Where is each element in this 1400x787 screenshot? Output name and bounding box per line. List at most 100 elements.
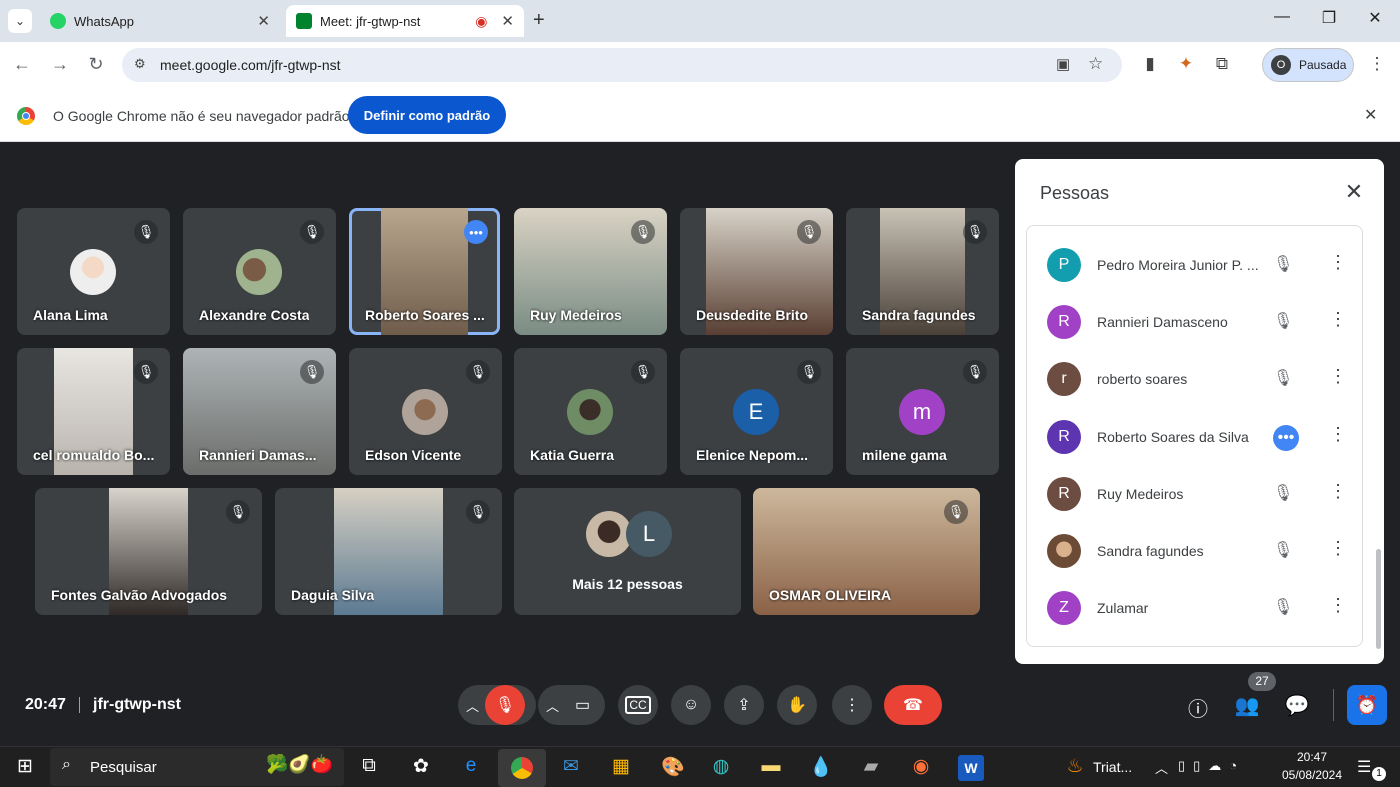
participant-tile[interactable]: 🎙 Alexandre Costa	[183, 208, 336, 335]
divider	[1333, 689, 1334, 721]
participant-tile[interactable]: 🎙 OSMAR OLIVEIRA	[753, 488, 980, 615]
list-item[interactable]: Sandra fagundes 🎙 ⋮	[1027, 524, 1362, 581]
back-icon[interactable]: ←	[10, 54, 34, 75]
raise-hand-button[interactable]: ✋	[777, 685, 817, 725]
participant-name: milene gama	[862, 447, 947, 463]
chat-icon[interactable]: 💬	[1283, 693, 1311, 718]
participant-tile[interactable]: 🎙 Daguia Silva	[275, 488, 502, 615]
chevron-up-icon[interactable]: ︿	[1155, 758, 1168, 777]
video-options-button[interactable]: ︿ ▭	[538, 685, 605, 725]
minimize-icon[interactable]: —	[1267, 8, 1297, 26]
file-explorer-icon[interactable]: ▬	[758, 755, 784, 781]
close-tab-icon[interactable]: ✕	[501, 12, 514, 30]
participant-name: Sandra fagundes	[862, 307, 976, 323]
restore-icon[interactable]: ❐	[1314, 8, 1344, 28]
list-item[interactable]: R Roberto Soares da Silva ••• ⋮	[1027, 410, 1362, 467]
close-window-icon[interactable]: ✕	[1360, 8, 1390, 28]
taskbar-search[interactable]: ⌕ Pesquisar 🥦🥑🍅	[50, 748, 344, 786]
internet-explorer-icon[interactable]: e	[458, 755, 484, 781]
mail-icon[interactable]: ✉	[558, 755, 584, 781]
people-list[interactable]: P Pedro Moreira Junior P. ... 🎙 ⋮ R Rann…	[1026, 225, 1363, 647]
scrollbar[interactable]	[1376, 549, 1381, 649]
extension-icon[interactable]: ▮	[1138, 54, 1162, 74]
mic-toggle-button[interactable]: 🎙	[485, 685, 525, 725]
activities-button[interactable]: ⏰	[1347, 685, 1387, 725]
address-bar[interactable]: ⚙ meet.google.com/jfr-gtwp-nst ▣ ☆	[122, 48, 1122, 82]
close-tab-icon[interactable]: ✕	[257, 12, 270, 30]
list-item[interactable]: r roberto soares 🎙 ⋮	[1027, 352, 1362, 409]
participant-name: Elenice Nepom...	[696, 447, 809, 463]
participant-tile-pinned[interactable]: ••• Roberto Soares ...	[349, 208, 500, 335]
more-options-icon[interactable]: ⋮	[1329, 252, 1347, 273]
chrome-taskbar-icon[interactable]	[498, 749, 546, 787]
participant-tile[interactable]: 🎙 Ruy Medeiros	[514, 208, 667, 335]
reload-icon[interactable]: ↻	[84, 54, 108, 75]
mic-off-icon: 🎙	[134, 220, 158, 244]
participant-tile[interactable]: 🎙 cel romualdo Bo...	[17, 348, 170, 475]
leave-call-button[interactable]: ☎	[884, 685, 942, 725]
participant-tile[interactable]: 🎙 Rannieri Damas...	[183, 348, 336, 475]
list-item[interactable]: P Pedro Moreira Junior P. ... 🎙 ⋮	[1027, 238, 1362, 295]
new-tab-button[interactable]: +	[533, 9, 545, 32]
tab-meet[interactable]: Meet: jfr-gtwp-nst ◉ ✕	[286, 5, 524, 37]
present-button[interactable]: ⇪	[724, 685, 764, 725]
word-icon[interactable]: W	[958, 755, 984, 781]
participant-tile[interactable]: m 🎙 milene gama	[846, 348, 999, 475]
windows-start-icon[interactable]: ⊞	[12, 755, 38, 781]
set-default-button[interactable]: Definir como padrão	[348, 96, 506, 134]
reactions-button[interactable]: ☺	[671, 685, 711, 725]
notification-icon[interactable]: ☰	[1357, 757, 1371, 777]
participant-tile[interactable]: 🎙 Alana Lima	[17, 208, 170, 335]
site-info-icon[interactable]: ⚙	[134, 56, 146, 72]
running-app-label[interactable]: Triat...	[1093, 759, 1132, 775]
more-options-icon[interactable]: ⋮	[1329, 595, 1347, 616]
more-options-icon[interactable]: ⋮	[1329, 538, 1347, 559]
close-icon[interactable]: ✕	[1364, 105, 1377, 125]
people-icon[interactable]: 👥	[1233, 693, 1261, 718]
menu-icon[interactable]: ⋮	[1365, 54, 1389, 74]
edge-icon[interactable]: ◍	[708, 755, 734, 781]
forward-icon[interactable]: →	[48, 54, 72, 75]
clock-date[interactable]: 05/08/2024	[1277, 768, 1347, 782]
list-item[interactable]: R Ruy Medeiros 🎙 ⋮	[1027, 467, 1362, 524]
camera-icon[interactable]: ▣	[1056, 55, 1070, 73]
app-icon[interactable]: 💧	[808, 755, 834, 781]
participant-tile[interactable]: 🎙 Katia Guerra	[514, 348, 667, 475]
tab-whatsapp[interactable]: WhatsApp ✕	[40, 5, 280, 37]
firefox-icon[interactable]: ◉	[908, 755, 934, 781]
list-item[interactable]: Z Zulamar 🎙 ⋮	[1027, 581, 1362, 638]
clock-icon: ⏰	[1355, 694, 1379, 715]
extension-icon[interactable]: ✦	[1174, 54, 1198, 74]
app-icon[interactable]: 🎨	[660, 755, 686, 781]
participant-tile[interactable]: 🎙 Edson Vicente	[349, 348, 502, 475]
more-options-icon[interactable]: ⋮	[1329, 424, 1347, 445]
participant-tile[interactable]: 🎙 Fontes Galvão Advogados	[35, 488, 262, 615]
store-icon[interactable]: ▦	[608, 755, 634, 781]
app-icon[interactable]: ▰	[858, 755, 884, 781]
extensions-puzzle-icon[interactable]: ⧉	[1210, 54, 1234, 74]
participant-tile[interactable]: E 🎙 Elenice Nepom...	[680, 348, 833, 475]
more-options-icon[interactable]: ⋮	[1329, 309, 1347, 330]
participant-tile[interactable]: 🎙 Deusdedite Brito	[680, 208, 833, 335]
app-icon[interactable]: ♨	[1062, 755, 1088, 781]
more-participants-tile[interactable]: L Mais 12 pessoas	[514, 488, 741, 615]
participant-name: cel romualdo Bo...	[33, 447, 155, 463]
person-name: Pedro Moreira Junior P. ...	[1097, 257, 1259, 273]
clock-time[interactable]: 20:47	[1282, 750, 1342, 764]
more-options-icon[interactable]: ⋮	[1329, 481, 1347, 502]
task-view-icon[interactable]: ⧉	[356, 755, 382, 781]
participant-name: OSMAR OLIVEIRA	[769, 587, 892, 603]
profile-button[interactable]: O Pausada	[1262, 48, 1354, 82]
bookmark-star-icon[interactable]: ☆	[1088, 54, 1103, 74]
copilot-icon[interactable]: ✿	[408, 755, 434, 781]
more-options-icon[interactable]: ⋮	[1329, 366, 1347, 387]
meeting-info-icon[interactable]: ⓘ	[1184, 693, 1212, 722]
tray-icons[interactable]: ▯▯☁◔	[1178, 758, 1245, 774]
list-item[interactable]: R Rannieri Damasceno 🎙 ⋮	[1027, 295, 1362, 352]
tab-search-button[interactable]: ⌄	[8, 9, 32, 33]
close-icon[interactable]: ✕	[1340, 179, 1368, 205]
chevron-up-icon: ︿	[466, 698, 480, 714]
captions-button[interactable]: CC	[618, 685, 658, 725]
participant-tile[interactable]: 🎙 Sandra fagundes	[846, 208, 999, 335]
more-options-button[interactable]: ⋮	[832, 685, 872, 725]
